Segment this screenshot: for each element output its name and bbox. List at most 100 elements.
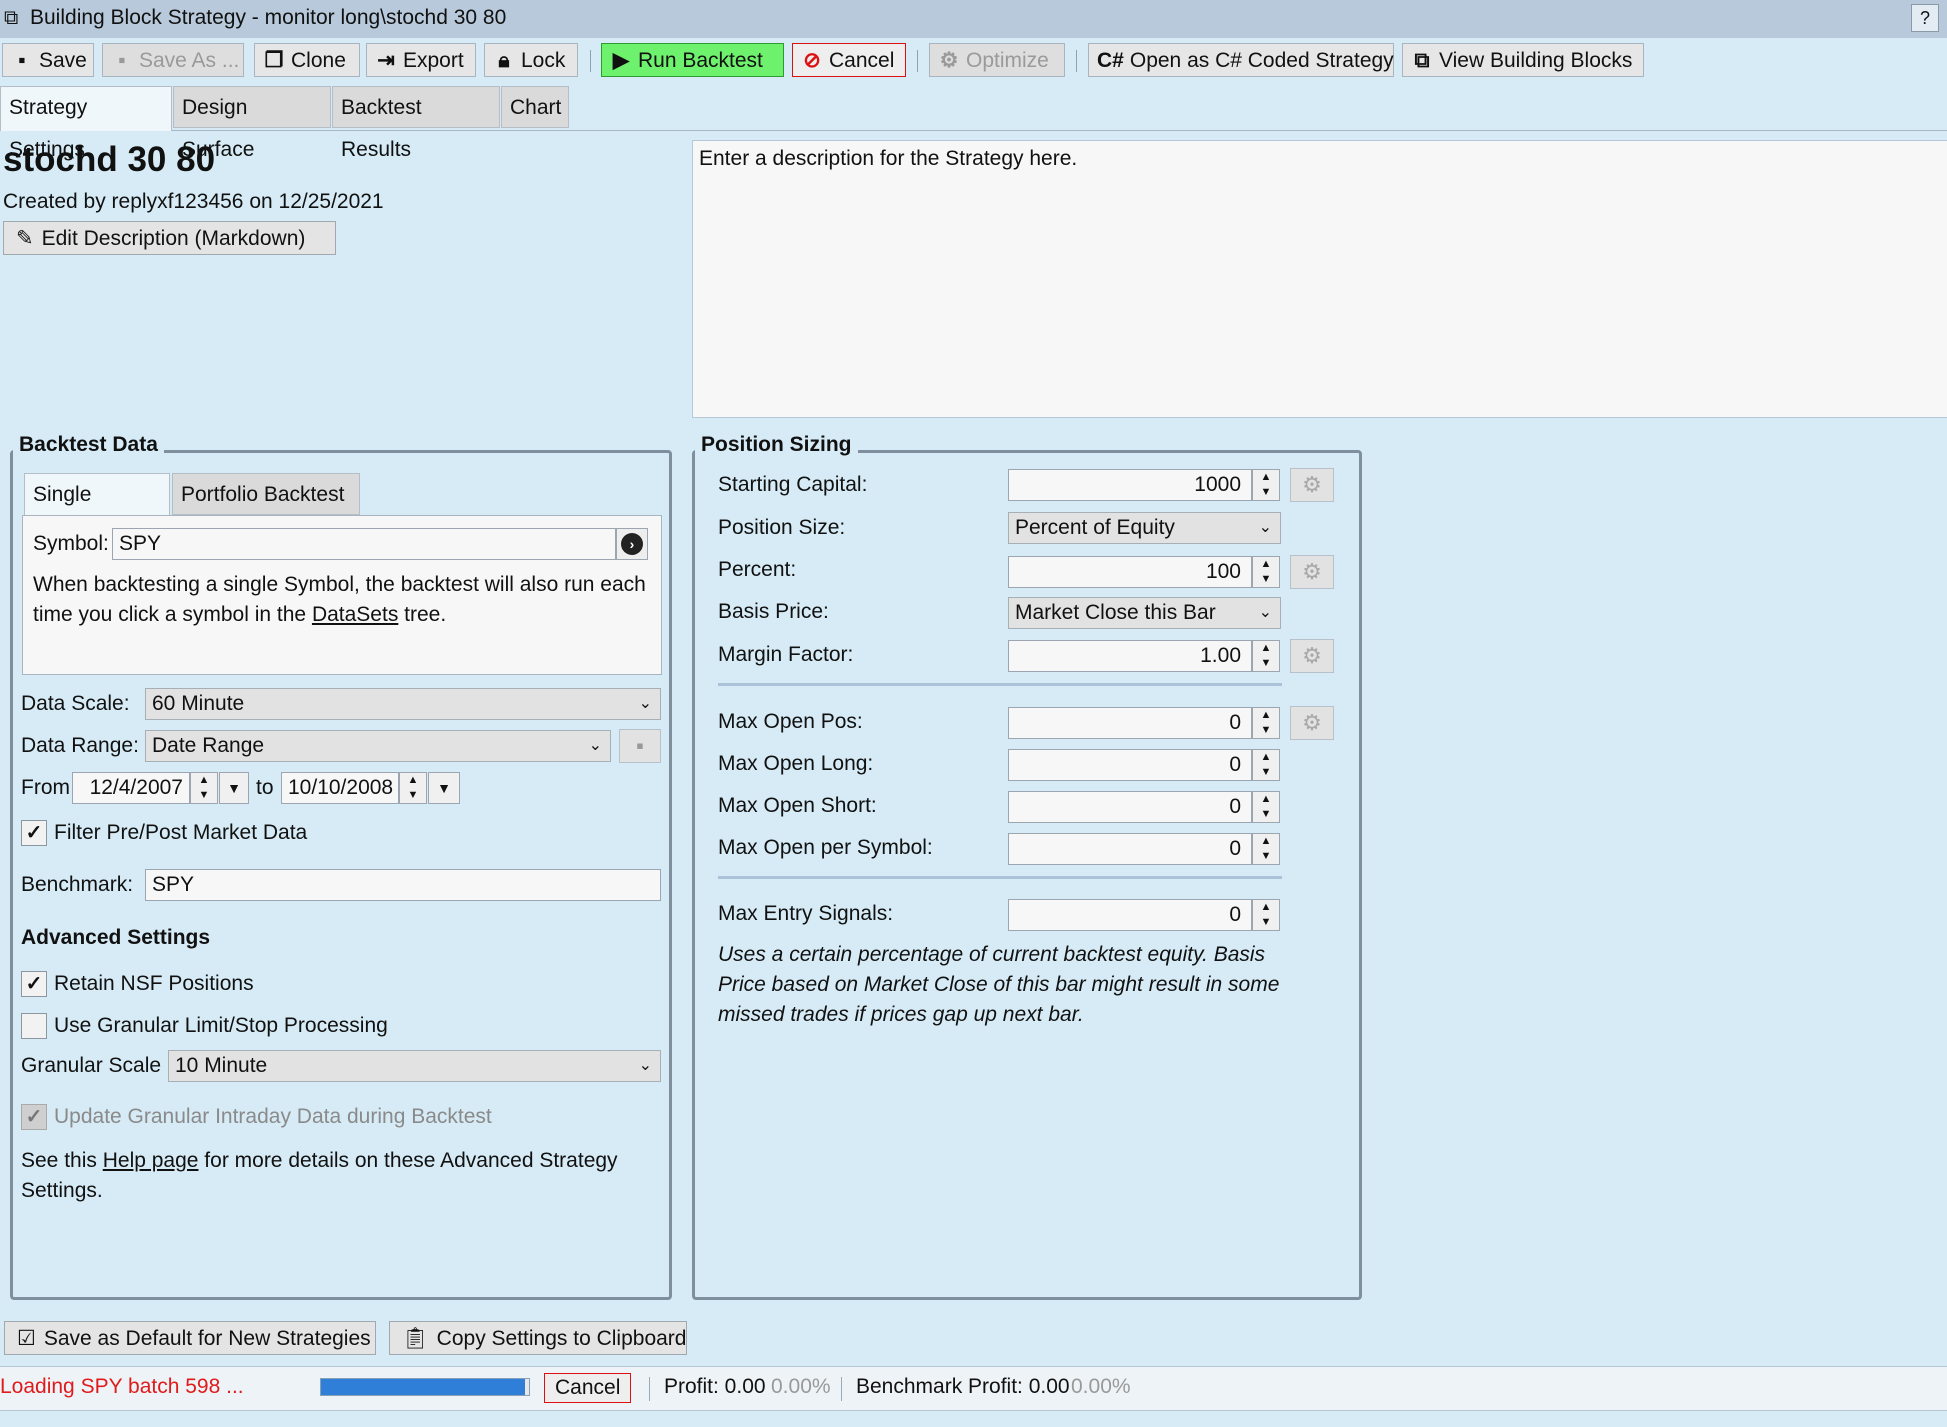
run-backtest-label: Run Backtest [638, 49, 763, 72]
tab-chart[interactable]: Chart [501, 86, 569, 128]
data-scale-label: Data Scale: [21, 692, 130, 715]
floppy-disk-icon: ▪ [18, 49, 26, 72]
basis-price-value: Market Close this Bar [1015, 601, 1216, 624]
max-open-short-input[interactable]: 0 [1008, 791, 1252, 823]
tab-design-surface[interactable]: Design Surface [173, 86, 331, 161]
max-open-pos-input[interactable]: 0 [1008, 707, 1252, 739]
subtab-single-symbol[interactable]: Single Symbol [24, 473, 170, 548]
percent-label: Percent: [718, 558, 797, 581]
tab-backtest-results[interactable]: Backtest Results [332, 86, 500, 161]
cancel-label: Cancel [829, 49, 895, 72]
from-date-stepper[interactable]: ▲ ▼ [190, 772, 218, 804]
tab-strategy-settings[interactable]: Strategy Settings [0, 86, 172, 161]
filter-market-data-checkbox[interactable]: ✓ [21, 820, 47, 846]
max-entry-signals-stepper[interactable]: ▲ ▼ [1252, 899, 1280, 931]
export-button[interactable]: ⇥ Export [366, 43, 476, 77]
description-textarea[interactable]: Enter a description for the Strategy her… [692, 140, 1947, 418]
retain-nsf-checkbox[interactable]: ✓ [21, 971, 47, 997]
from-date-dropdown[interactable]: ▼ [219, 772, 249, 804]
floppy-disk-icon: ▪ [636, 733, 644, 758]
save-button[interactable]: ▪ Save [2, 43, 94, 77]
percent-stepper[interactable]: ▲ ▼ [1252, 556, 1280, 588]
clipboard-icon: 📋︎ [402, 1327, 429, 1350]
margin-factor-input[interactable]: 1.00 [1008, 640, 1252, 672]
retain-nsf-label: Retain NSF Positions [54, 972, 254, 995]
optimize-button[interactable]: ⚙ Optimize [929, 43, 1065, 77]
starting-capital-input[interactable]: 1000 [1008, 469, 1252, 501]
info-text: time you click a symbol in the [33, 603, 312, 626]
edit-description-button[interactable]: ✎ Edit Description (Markdown) [3, 221, 336, 255]
filter-market-data-label: Filter Pre/Post Market Data [54, 821, 308, 844]
arrow-right-circle-icon: › [621, 533, 643, 555]
clone-button[interactable]: ❐ Clone [254, 43, 360, 77]
max-open-per-symbol-input[interactable]: 0 [1008, 833, 1252, 865]
granular-scale-select[interactable]: 10 Minute ⌄ [168, 1050, 661, 1082]
edit-description-label: Edit Description (Markdown) [41, 227, 306, 250]
save-default-label: Save as Default for New Strategies [43, 1327, 371, 1350]
max-open-long-label: Max Open Long: [718, 752, 874, 775]
from-label: From [21, 776, 70, 799]
data-scale-select[interactable]: 60 Minute ⌄ [145, 688, 661, 720]
divider [718, 876, 1282, 879]
granular-processing-checkbox[interactable] [21, 1013, 47, 1039]
to-date-stepper[interactable]: ▲ ▼ [399, 772, 427, 804]
max-open-per-symbol-stepper[interactable]: ▲ ▼ [1252, 833, 1280, 865]
export-icon: ⇥ [377, 49, 395, 72]
save-default-button[interactable]: ☑ Save as Default for New Strategies [4, 1321, 376, 1355]
cancel-button[interactable]: ⊘ Cancel [792, 43, 906, 77]
view-building-blocks-button[interactable]: ⧉ View Building Blocks [1402, 43, 1644, 77]
advanced-settings-title: Advanced Settings [21, 926, 211, 949]
percent-input[interactable]: 100 [1008, 556, 1252, 588]
open-csharp-button[interactable]: C# Open as C# Coded Strategy [1088, 43, 1394, 77]
update-granular-checkbox[interactable]: ✓ [21, 1104, 47, 1130]
percent-optimize-gear[interactable]: ⚙ [1290, 555, 1334, 589]
margin-factor-optimize-gear[interactable]: ⚙ [1290, 639, 1334, 673]
status-separator [841, 1377, 842, 1401]
granular-scale-value: 10 Minute [175, 1054, 268, 1077]
benchmark-input[interactable]: SPY [145, 869, 661, 901]
basis-price-select[interactable]: Market Close this Bar ⌄ [1008, 597, 1281, 629]
from-date-input[interactable]: 12/4/2007 [72, 772, 190, 804]
chevron-down-icon: ⌄ [638, 695, 652, 712]
granular-processing-label: Use Granular Limit/Stop Processing [54, 1014, 388, 1037]
to-date-dropdown[interactable]: ▼ [428, 772, 460, 804]
margin-factor-label: Margin Factor: [718, 643, 854, 666]
to-date-input[interactable]: 10/10/2008 [281, 772, 399, 804]
starting-capital-stepper[interactable]: ▲ ▼ [1252, 469, 1280, 501]
max-open-long-stepper[interactable]: ▲ ▼ [1252, 749, 1280, 781]
data-range-select[interactable]: Date Range ⌄ [145, 730, 611, 762]
copy-settings-label: Copy Settings to Clipboard [436, 1327, 687, 1350]
max-open-pos-stepper[interactable]: ▲ ▼ [1252, 707, 1280, 739]
save-range-button[interactable]: ▪ [619, 729, 661, 763]
toolbar: ▪ Save ▪ Save As ... ❐ Clone ⇥ Export 🔒︎ Lock… [0, 38, 1947, 84]
max-open-long-input[interactable]: 0 [1008, 749, 1252, 781]
position-size-select[interactable]: Percent of Equity ⌄ [1008, 512, 1281, 544]
toolbar-separator [590, 50, 591, 72]
help-page-link[interactable]: Help page [103, 1149, 199, 1172]
help-text-line1: See this Help page for more details on t… [21, 1149, 618, 1173]
lock-button[interactable]: 🔒︎ Lock [484, 43, 578, 77]
symbol-go-button[interactable]: › [616, 528, 648, 560]
subtab-portfolio-backtest[interactable]: Portfolio Backtest [172, 473, 360, 515]
copy-settings-button[interactable]: 📋︎ Copy Settings to Clipboard [389, 1321, 687, 1355]
save-label: Save [39, 49, 87, 72]
gear-icon: ⚙ [939, 49, 959, 72]
symbol-input[interactable]: SPY [112, 528, 616, 560]
benchmark-profit-text: Benchmark Profit: 0.00 [856, 1375, 1070, 1398]
max-entry-signals-input[interactable]: 0 [1008, 899, 1252, 931]
datasets-link[interactable]: DataSets [312, 603, 398, 626]
view-building-blocks-label: View Building Blocks [1439, 49, 1633, 72]
granular-scale-label: Granular Scale [21, 1054, 162, 1077]
export-label: Export [403, 49, 464, 72]
help-button[interactable]: ? [1911, 4, 1939, 32]
position-sizing-note-line3: missed trades if prices gap up next bar. [718, 1003, 1084, 1026]
max-open-short-stepper[interactable]: ▲ ▼ [1252, 791, 1280, 823]
max-open-pos-label: Max Open Pos: [718, 710, 863, 733]
max-open-pos-optimize-gear[interactable]: ⚙ [1290, 706, 1334, 740]
run-backtest-button[interactable]: ▶ Run Backtest [601, 43, 784, 77]
prohibited-icon: ⊘ [803, 49, 821, 72]
starting-capital-optimize-gear[interactable]: ⚙ [1290, 468, 1334, 502]
status-cancel-button[interactable]: Cancel [544, 1373, 632, 1403]
margin-factor-stepper[interactable]: ▲ ▼ [1252, 640, 1280, 672]
save-as-button[interactable]: ▪ Save As ... [102, 43, 244, 77]
